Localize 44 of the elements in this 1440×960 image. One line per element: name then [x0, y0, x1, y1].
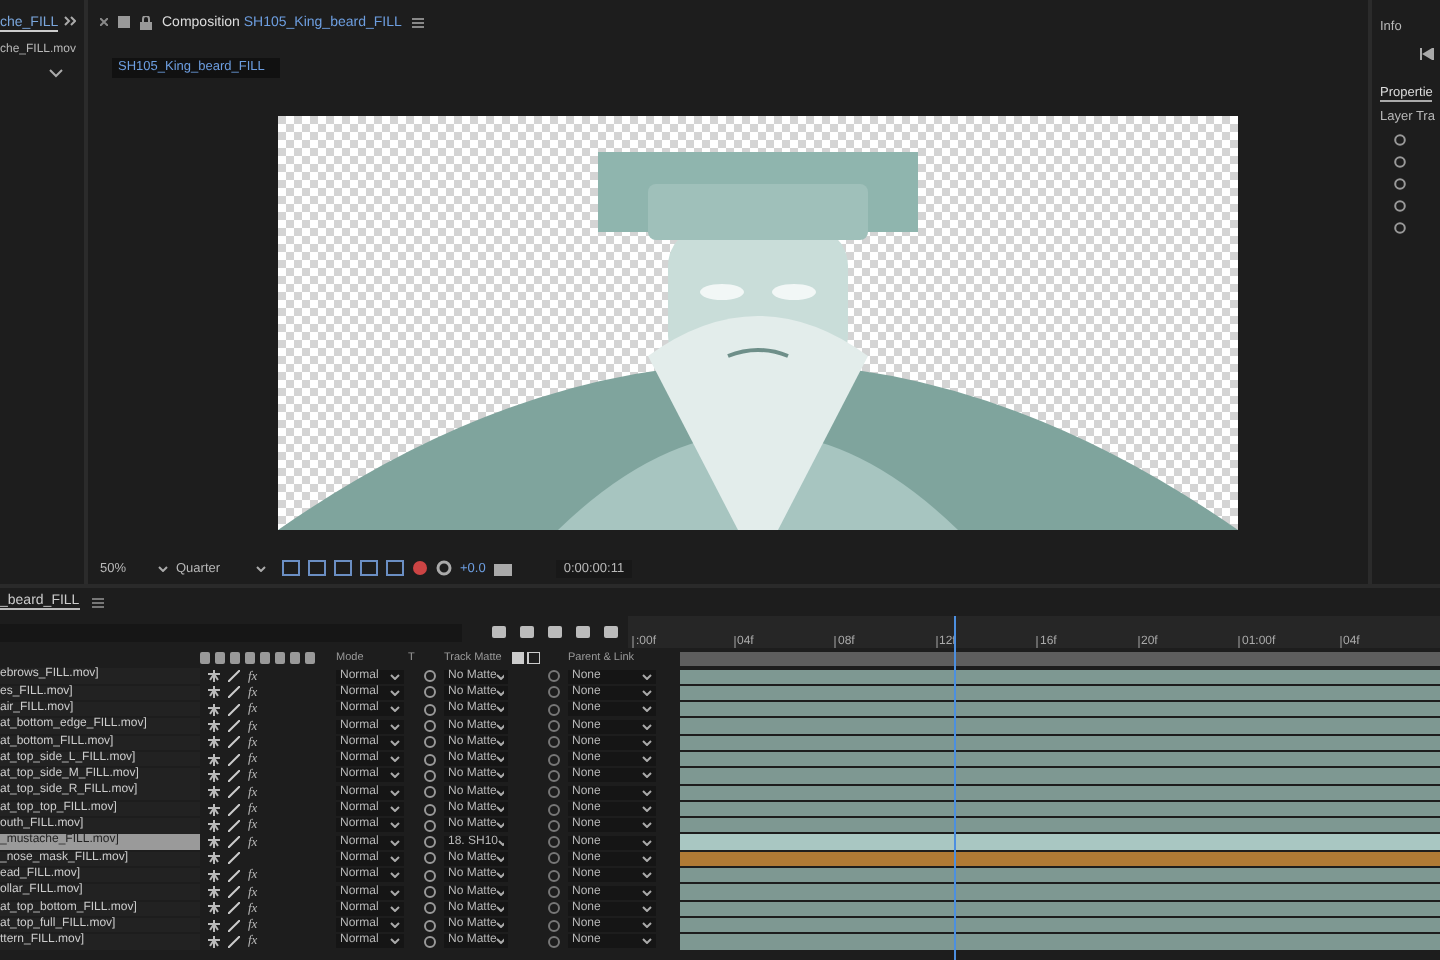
layer-bar[interactable]: [680, 917, 1440, 933]
menu-icon[interactable]: [91, 597, 104, 607]
layer-bar[interactable]: [680, 751, 1440, 767]
layer-bar[interactable]: [680, 868, 1440, 883]
layer-bar[interactable]: [680, 801, 1440, 817]
chevron-icon: [496, 689, 504, 696]
chevron-icon: [498, 839, 504, 846]
chevron-icon: [496, 889, 504, 895]
lock-icon[interactable]: [140, 15, 152, 29]
chevron-icon: [496, 739, 504, 746]
layer-bar[interactable]: [680, 735, 1440, 750]
chevron-icon: [496, 806, 504, 813]
chevron-icon: [496, 822, 504, 829]
chevron-icon: [496, 872, 504, 879]
camera-icon[interactable]: [493, 561, 512, 575]
chevron-icon: [496, 905, 504, 912]
chevron-icon: [496, 855, 504, 862]
chevron-icon: [496, 706, 504, 713]
layer-bar[interactable]: [680, 785, 1440, 800]
work-area-bar[interactable]: [680, 651, 1440, 665]
layer-bar[interactable]: [680, 669, 1440, 684]
skip-back-icon[interactable]: [1420, 48, 1434, 60]
layer-bar[interactable]: [680, 901, 1440, 916]
chevron-icon: [496, 756, 504, 763]
color-channel-icon[interactable]: [412, 560, 428, 576]
chevron-icon[interactable]: [48, 68, 64, 78]
menu-icon[interactable]: [411, 17, 424, 27]
matte-icons: [512, 652, 540, 664]
layer-bar[interactable]: [680, 818, 1440, 833]
close-icon[interactable]: [100, 18, 108, 26]
chevron-icon: [496, 772, 504, 779]
chevron-icon: [256, 565, 266, 571]
chevron-icon: [158, 565, 168, 571]
chevron-icon: [496, 723, 504, 730]
square-icon: [118, 16, 130, 28]
double-chevron-icon[interactable]: [64, 16, 76, 26]
chevron-icon: [496, 922, 504, 929]
layer-bar[interactable]: [680, 685, 1440, 701]
layer-bar[interactable]: [680, 851, 1440, 867]
layer-bar[interactable]: [680, 702, 1440, 717]
chevron-icon: [496, 673, 504, 680]
chevron-icon: [496, 789, 504, 796]
chevron-icon: [496, 938, 504, 945]
switch-header-icons: [200, 652, 320, 664]
